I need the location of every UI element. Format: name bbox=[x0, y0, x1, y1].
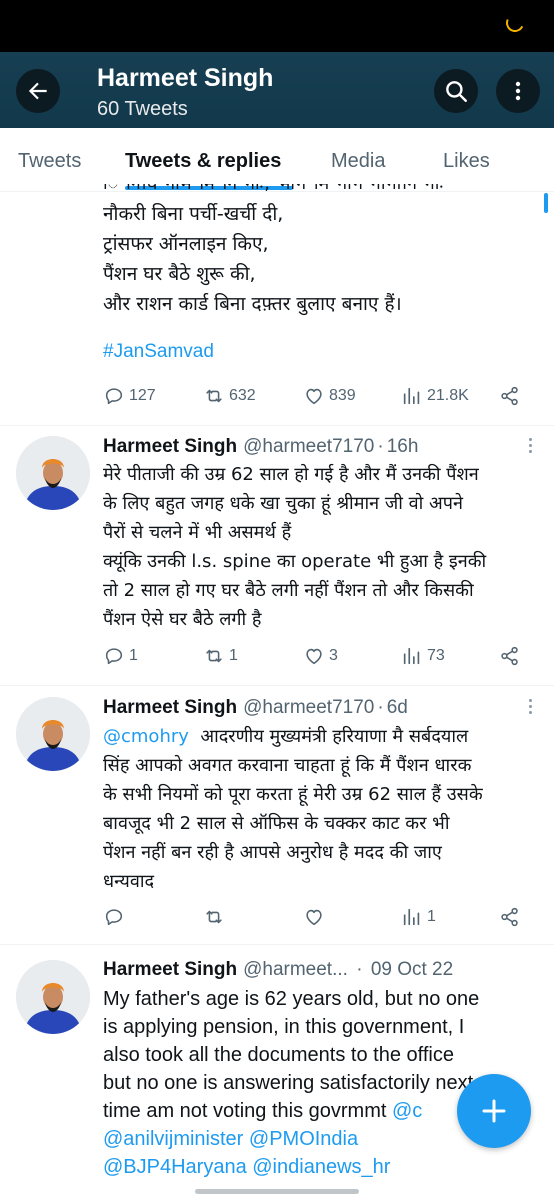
author-name[interactable]: Harmeet Singh bbox=[103, 697, 237, 718]
tweet-divider bbox=[0, 944, 554, 945]
back-button[interactable] bbox=[16, 69, 60, 113]
reply-button[interactable]: 127 bbox=[103, 385, 156, 407]
tab-media[interactable]: Media bbox=[331, 150, 385, 173]
share-button[interactable] bbox=[499, 906, 521, 928]
share-icon bbox=[501, 646, 518, 666]
retweet-button[interactable]: 1 bbox=[203, 645, 238, 667]
home-indicator[interactable] bbox=[195, 1189, 359, 1194]
reply-icon bbox=[105, 909, 123, 926]
tweet-more-button[interactable] bbox=[521, 438, 539, 458]
views-icon bbox=[403, 647, 420, 665]
avatar[interactable] bbox=[16, 960, 90, 1034]
share-icon bbox=[501, 907, 518, 927]
retweet-icon bbox=[206, 389, 222, 403]
tweet-time[interactable]: 6d bbox=[387, 697, 408, 718]
reply-icon bbox=[105, 648, 123, 665]
views-button[interactable]: 73 bbox=[401, 645, 445, 667]
more-options-button[interactable] bbox=[496, 69, 540, 113]
clipped-tweet-text: ि निधि नाम मि नि गाः, भाग मि गीग गीगानि … bbox=[103, 184, 503, 194]
mention-link[interactable]: @BJP4Haryana @indianews_hr bbox=[103, 1153, 543, 1181]
back-arrow-icon bbox=[28, 82, 47, 100]
share-button[interactable] bbox=[499, 645, 521, 667]
reply-button[interactable]: 1 bbox=[103, 645, 138, 667]
tweet-divider bbox=[0, 685, 554, 686]
avatar-image bbox=[16, 697, 90, 771]
search-icon bbox=[446, 81, 467, 102]
tweet-text: @cmohry आदरणीय मुख्यमंत्री हरियाणा मै सर… bbox=[103, 726, 483, 892]
tweet-header: Harmeet Singh @harmeet... · 09 Oct 22 bbox=[103, 959, 454, 980]
profile-header: Harmeet Singh 60 Tweets bbox=[0, 52, 554, 128]
views-icon bbox=[403, 908, 420, 926]
like-icon bbox=[306, 648, 322, 665]
loading-spinner-icon bbox=[503, 11, 527, 35]
author-handle[interactable]: @harmeet... bbox=[243, 959, 348, 980]
like-button[interactable] bbox=[303, 906, 329, 928]
profile-tabs: Tweets Tweets & replies Media Likes bbox=[0, 128, 554, 192]
mention-link[interactable]: @cmohry bbox=[103, 726, 189, 747]
compose-tweet-button[interactable] bbox=[457, 1074, 531, 1148]
author-handle[interactable]: @harmeet7170 bbox=[243, 697, 374, 718]
share-icon bbox=[501, 386, 518, 406]
avatar[interactable] bbox=[16, 436, 90, 510]
tweet-header: Harmeet Singh @harmeet7170 · 6d bbox=[103, 697, 408, 718]
share-button[interactable] bbox=[499, 385, 521, 407]
tweet-header: Harmeet Singh @harmeet7170 · 16h bbox=[103, 436, 419, 457]
tweet-divider bbox=[0, 425, 554, 426]
like-icon bbox=[306, 388, 322, 405]
plus-icon bbox=[482, 1099, 506, 1123]
tweet-text: नौकरी बिना पर्ची-खर्ची दी, ट्रांसफर ऑनला… bbox=[103, 203, 402, 315]
tweet-time[interactable]: 09 Oct 22 bbox=[371, 959, 453, 980]
tweet-actions: 1 1 3 73 bbox=[103, 645, 523, 669]
scrollbar[interactable] bbox=[544, 193, 548, 213]
retweet-icon bbox=[206, 910, 222, 924]
avatar[interactable] bbox=[16, 697, 90, 771]
mention-link[interactable]: @c bbox=[392, 1100, 422, 1122]
tab-tweets-and-replies[interactable]: Tweets & replies bbox=[125, 150, 281, 173]
tweet-actions: 1 bbox=[103, 906, 523, 930]
avatar-image bbox=[16, 436, 90, 510]
tweet-more-button[interactable] bbox=[521, 699, 539, 719]
views-button[interactable]: 21.8K bbox=[401, 385, 469, 407]
status-bar bbox=[0, 0, 554, 52]
like-button[interactable]: 839 bbox=[303, 385, 356, 407]
tweet-count: 60 Tweets bbox=[97, 98, 188, 120]
tweet-text: मेरे पीताजी की उम्र 62 साल हो गई है और म… bbox=[103, 464, 487, 630]
avatar-image bbox=[16, 960, 90, 1034]
author-name[interactable]: Harmeet Singh bbox=[103, 436, 237, 457]
tab-tweets[interactable]: Tweets bbox=[18, 150, 81, 173]
retweet-button[interactable] bbox=[203, 906, 229, 928]
search-button[interactable] bbox=[434, 69, 478, 113]
retweet-icon bbox=[206, 649, 222, 663]
more-vertical-icon bbox=[515, 81, 521, 101]
views-icon bbox=[403, 387, 420, 405]
tweet-time[interactable]: 16h bbox=[387, 436, 419, 457]
tweet-actions: 127 632 839 21.8K bbox=[103, 385, 523, 409]
reply-icon bbox=[105, 388, 123, 405]
profile-name: Harmeet Singh bbox=[97, 64, 274, 92]
author-handle[interactable]: @harmeet7170 bbox=[243, 436, 374, 457]
tab-likes[interactable]: Likes bbox=[443, 150, 490, 173]
views-button[interactable]: 1 bbox=[401, 906, 436, 928]
author-name[interactable]: Harmeet Singh bbox=[103, 959, 237, 980]
like-button[interactable]: 3 bbox=[303, 645, 338, 667]
hashtag-link[interactable]: #JanSamvad bbox=[103, 341, 214, 363]
retweet-button[interactable]: 632 bbox=[203, 385, 256, 407]
like-icon bbox=[306, 909, 322, 926]
reply-button[interactable] bbox=[103, 906, 129, 928]
